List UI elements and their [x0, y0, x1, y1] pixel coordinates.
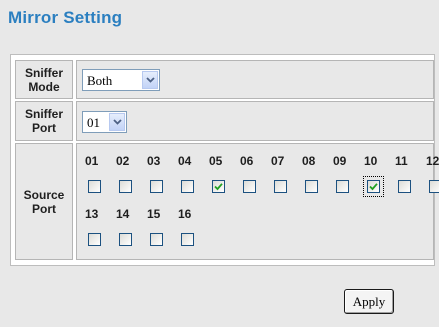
- source-port-number-04: 04: [178, 154, 192, 168]
- source-port-number-06: 06: [240, 154, 254, 168]
- sniffer-port-selected: 01: [87, 115, 100, 130]
- sniffer-port-select[interactable]: 01: [82, 111, 127, 133]
- source-port-checkbox-16[interactable]: [181, 233, 194, 246]
- source-port-checkbox-06[interactable]: [243, 180, 256, 193]
- settings-table: Sniffer Mode Both Sniffer Port 01 Source…: [10, 54, 439, 266]
- source-port-number-12: 12: [426, 154, 439, 168]
- source-port-number-09: 09: [333, 154, 347, 168]
- source-port-label: Source Port: [15, 143, 73, 260]
- source-port-checkbox-10[interactable]: [367, 180, 380, 193]
- source-port-value-cell: 01 02 03 04 05 06 07 08 09 10 11 12 13 14 15 16: [76, 143, 439, 260]
- sniffer-port-label-line1: Sniffer: [24, 107, 63, 121]
- source-port-checkbox-07[interactable]: [274, 180, 287, 193]
- sniffer-port-label-line2: Port: [31, 121, 56, 135]
- source-port-checkbox-14[interactable]: [119, 233, 132, 246]
- source-port-checkbox-05[interactable]: [212, 180, 225, 193]
- source-port-number-13: 13: [85, 207, 99, 221]
- source-port-checkbox-08[interactable]: [305, 180, 318, 193]
- source-port-number-07: 07: [271, 154, 285, 168]
- checkmark-icon: [214, 183, 223, 191]
- source-port-checkbox-11[interactable]: [398, 180, 411, 193]
- source-port-number-08: 08: [302, 154, 316, 168]
- sniffer-mode-label-line1: Sniffer: [24, 65, 63, 80]
- source-port-number-02: 02: [116, 154, 130, 168]
- checkmark-icon: [369, 183, 378, 191]
- apply-button[interactable]: Apply: [344, 289, 394, 314]
- source-port-checkbox-01[interactable]: [88, 180, 101, 193]
- source-port-number-05: 05: [209, 154, 223, 168]
- page-title: Mirror Setting: [8, 8, 123, 27]
- sniffer-port-row: Sniffer Port 01: [15, 101, 434, 141]
- chevron-down-icon[interactable]: [109, 113, 125, 131]
- sniffer-mode-select[interactable]: Both: [82, 69, 160, 91]
- source-port-number-15: 15: [147, 207, 161, 221]
- sniffer-mode-selected: Both: [87, 73, 113, 88]
- source-port-number-01: 01: [85, 154, 99, 168]
- sniffer-port-value-cell: 01: [76, 101, 434, 141]
- source-port-label-line1: Source: [23, 187, 65, 202]
- sniffer-mode-row: Sniffer Mode Both: [15, 60, 434, 99]
- source-port-label-line2: Port: [32, 201, 56, 216]
- source-port-checkbox-03[interactable]: [150, 180, 163, 193]
- sniffer-mode-value-cell: Both: [76, 60, 434, 99]
- sniffer-mode-label-line2: Mode: [28, 79, 60, 94]
- source-port-number-10: 10: [364, 154, 378, 168]
- source-port-checkbox-12[interactable]: [429, 180, 439, 193]
- source-port-number-16: 16: [178, 207, 192, 221]
- source-port-checkbox-09[interactable]: [336, 180, 349, 193]
- sniffer-mode-label: Sniffer Mode: [15, 60, 73, 99]
- source-port-checkbox-02[interactable]: [119, 180, 132, 193]
- source-port-number-14: 14: [116, 207, 130, 221]
- chevron-down-icon[interactable]: [142, 71, 158, 89]
- source-port-checkbox-15[interactable]: [150, 233, 163, 246]
- mirror-setting-panel: Mirror Setting Sniffer Mode Both Sniffer…: [0, 0, 439, 327]
- source-port-checkbox-13[interactable]: [88, 233, 101, 246]
- sniffer-port-label: Sniffer Port: [15, 101, 73, 141]
- source-port-number-03: 03: [147, 154, 161, 168]
- source-port-number-11: 11: [395, 154, 408, 168]
- source-port-row: Source Port 01 02 03 04 05 06 07 08 09 10 11 12 13 14…: [15, 143, 439, 260]
- source-port-checkbox-04[interactable]: [181, 180, 194, 193]
